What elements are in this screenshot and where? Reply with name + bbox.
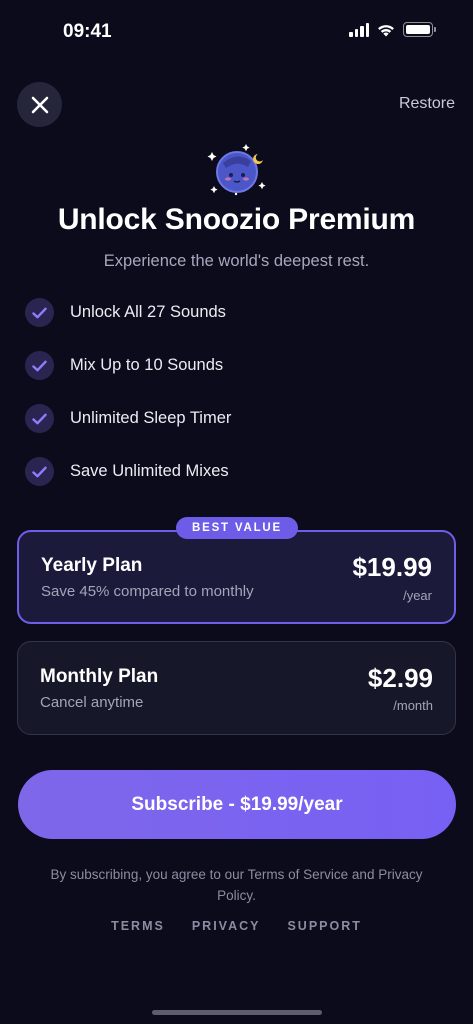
feature-label: Unlock All 27 Sounds xyxy=(70,303,226,321)
home-indicator xyxy=(152,1010,322,1015)
terms-link[interactable]: TERMS xyxy=(111,919,165,933)
best-value-badge: BEST VALUE xyxy=(176,517,298,539)
monthly-plan-option[interactable]: Monthly Plan Cancel anytime $2.99 /month xyxy=(17,641,456,735)
check-icon xyxy=(25,457,54,486)
status-time: 09:41 xyxy=(63,21,112,42)
plan-period: /year xyxy=(403,588,432,603)
restore-button[interactable]: Restore xyxy=(399,95,455,113)
feature-label: Save Unlimited Mixes xyxy=(70,462,229,480)
feature-item: Save Unlimited Mixes xyxy=(25,457,231,486)
feature-label: Mix Up to 10 Sounds xyxy=(70,356,224,374)
moon-mascot-icon xyxy=(207,144,266,196)
status-icons xyxy=(349,22,436,37)
plan-description: Save 45% compared to monthly xyxy=(41,583,254,600)
status-bar: 09:41 xyxy=(0,0,473,60)
close-icon xyxy=(31,96,48,113)
check-icon xyxy=(25,298,54,327)
support-link[interactable]: SUPPORT xyxy=(287,919,361,933)
check-icon xyxy=(25,351,54,380)
legal-text: By subscribing, you agree to our Terms o… xyxy=(50,867,423,903)
page-title: Unlock Snoozio Premium xyxy=(57,203,416,236)
feature-label: Unlimited Sleep Timer xyxy=(70,409,232,427)
wifi-icon xyxy=(378,25,394,37)
plan-description: Cancel anytime xyxy=(40,694,144,711)
feature-item: Unlimited Sleep Timer xyxy=(25,404,231,433)
check-icon xyxy=(25,404,54,433)
plan-period: /month xyxy=(393,698,433,713)
privacy-link[interactable]: PRIVACY xyxy=(192,919,261,933)
yearly-plan-option[interactable]: Yearly Plan Save 45% compared to monthly… xyxy=(17,530,456,624)
feature-item: Unlock All 27 Sounds xyxy=(25,298,231,327)
footer-links: TERMS PRIVACY SUPPORT xyxy=(0,919,473,933)
plan-name: Yearly Plan xyxy=(41,555,143,576)
subscribe-button[interactable]: Subscribe - $19.99/year xyxy=(18,770,456,839)
plan-price: $19.99 xyxy=(352,552,432,582)
plan-price: $2.99 xyxy=(367,663,433,693)
feature-list: Unlock All 27 Sounds Mix Up to 10 Sounds… xyxy=(25,298,231,510)
page-subtitle: Experience the world's deepest rest. xyxy=(103,252,370,270)
battery-icon xyxy=(403,22,436,37)
signal-icon xyxy=(349,22,369,37)
close-button[interactable] xyxy=(17,82,62,127)
feature-item: Mix Up to 10 Sounds xyxy=(25,351,231,380)
plan-name: Monthly Plan xyxy=(40,666,159,687)
